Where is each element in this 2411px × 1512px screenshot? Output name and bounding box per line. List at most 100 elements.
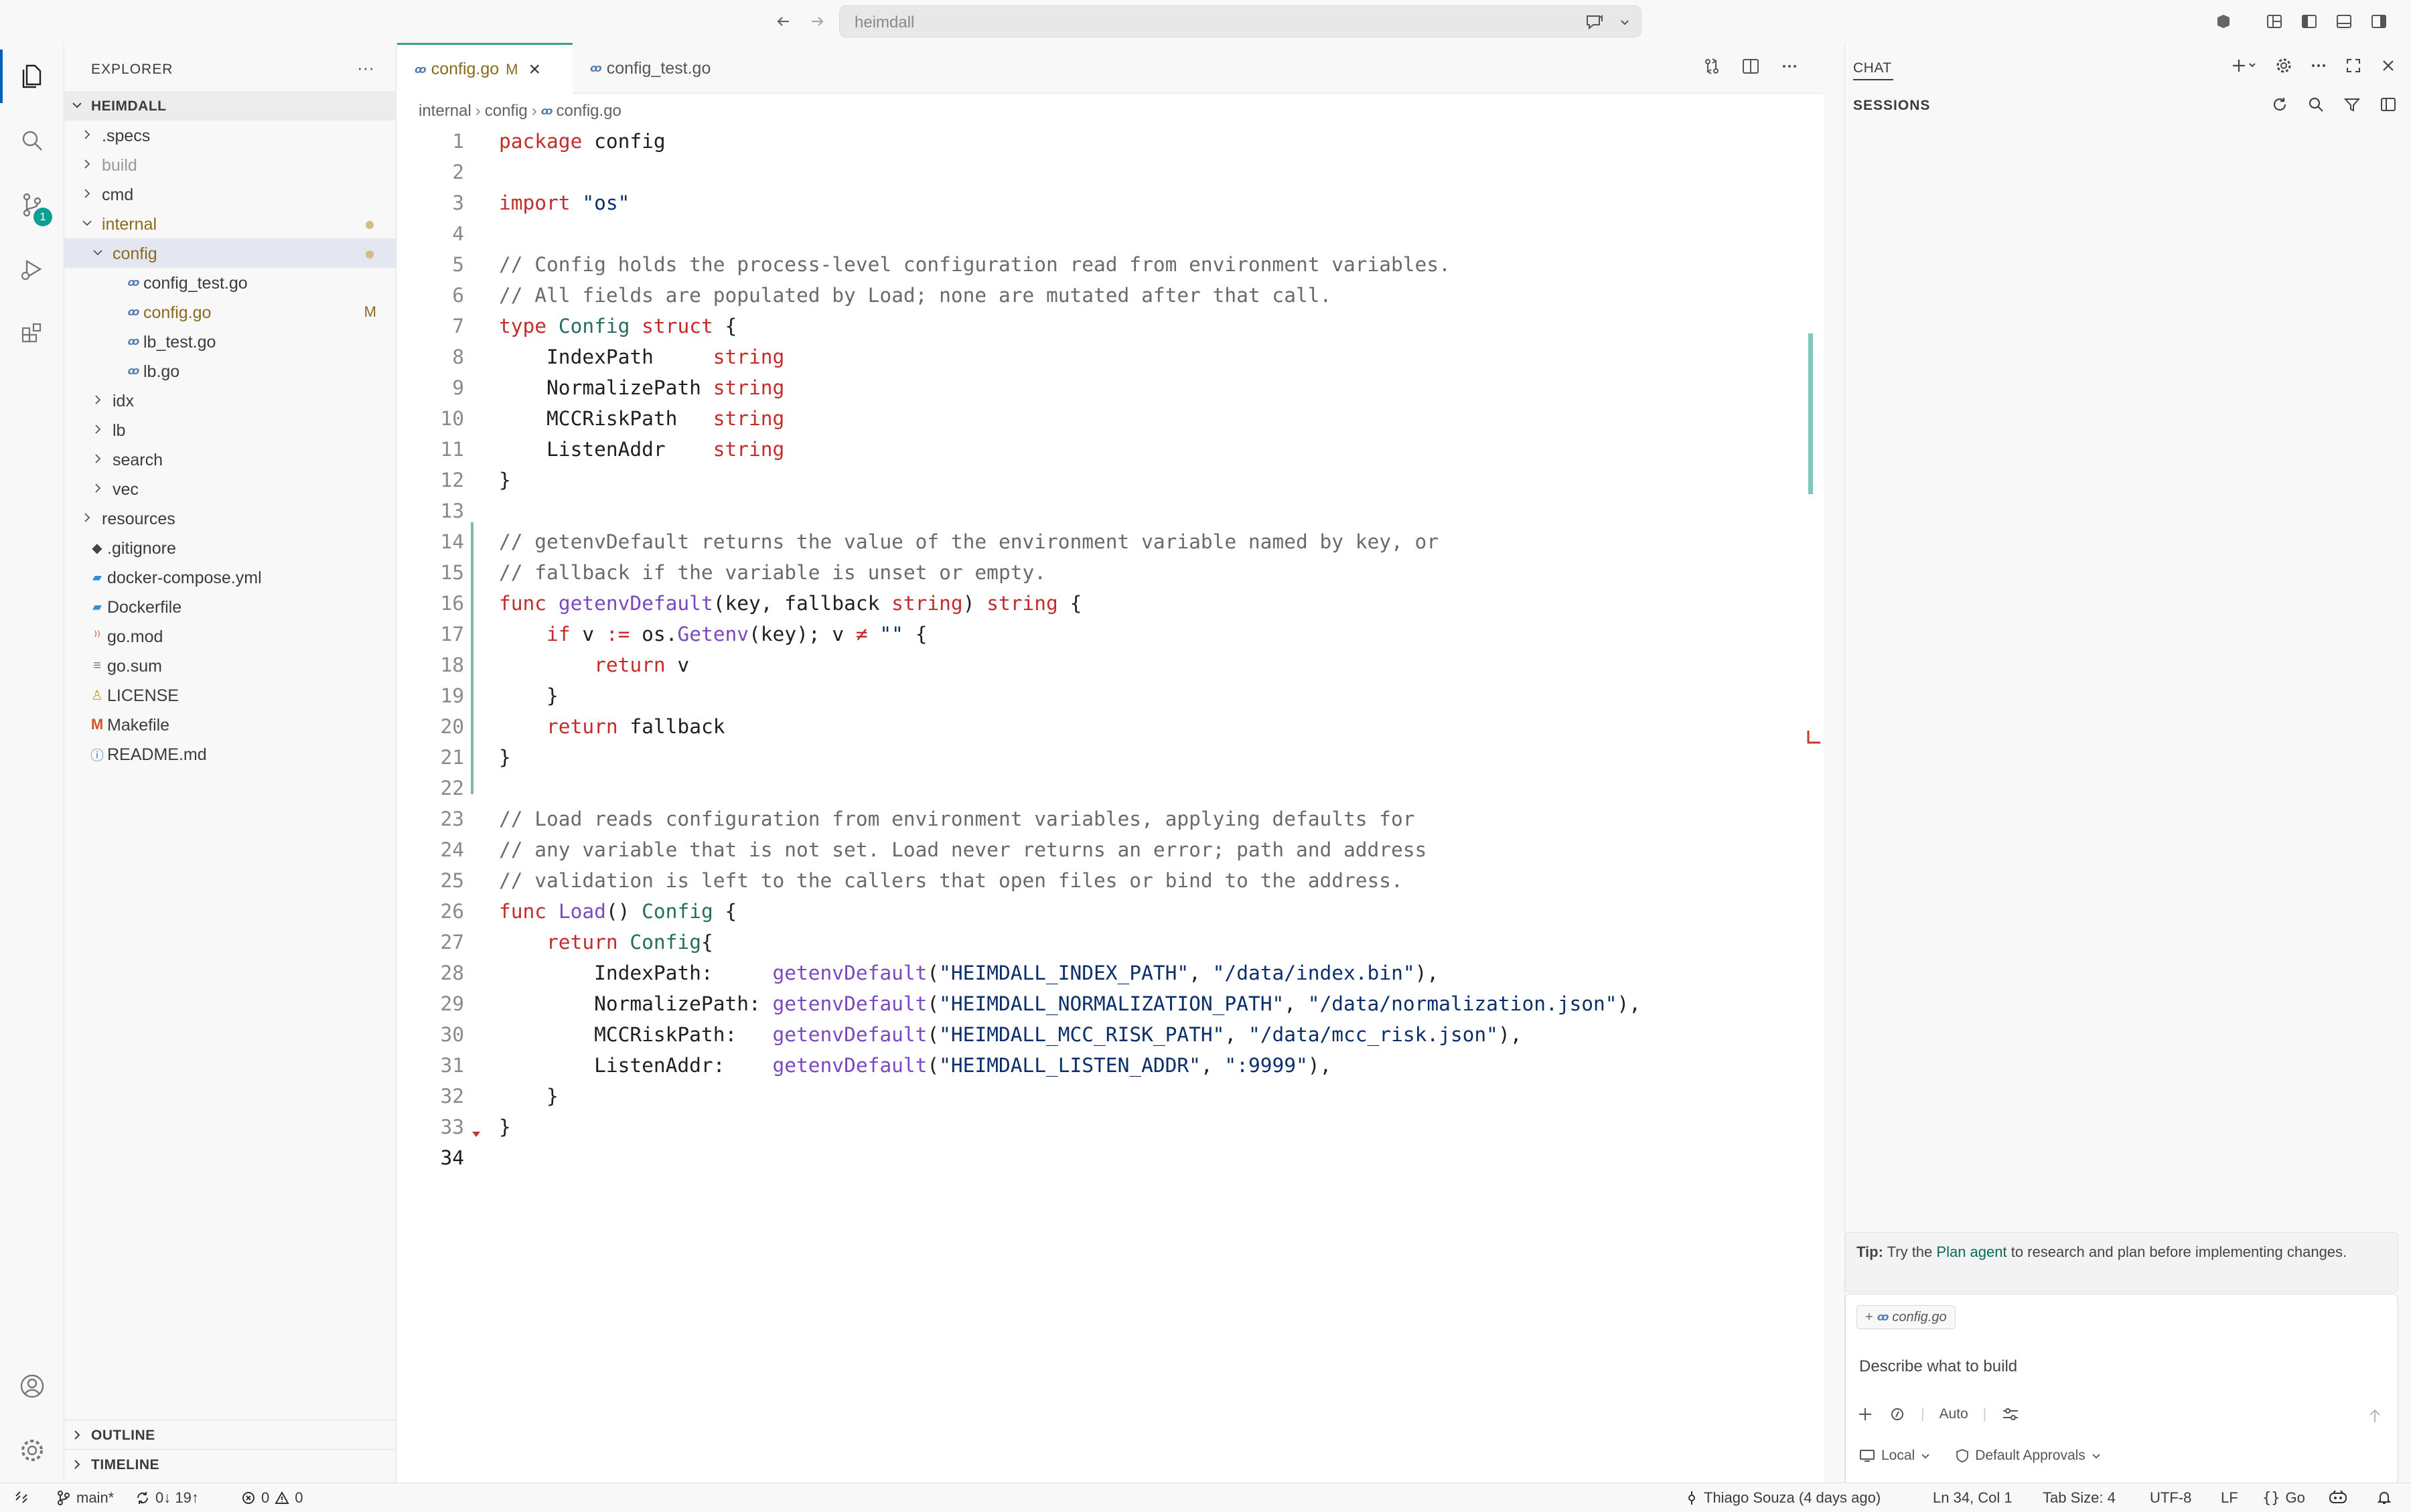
- code-line[interactable]: 8 IndexPath string: [397, 342, 1824, 372]
- code-line[interactable]: 3 import "os": [397, 187, 1824, 218]
- tree-file[interactable]: M Makefile: [64, 710, 396, 739]
- code-line[interactable]: 21}: [397, 742, 1824, 773]
- code-line[interactable]: 31 ListenAddr: getenvDefault("HEIMDALL_L…: [397, 1050, 1824, 1081]
- notifications-bell-icon[interactable]: [2376, 1489, 2392, 1505]
- new-chat-icon[interactable]: [2232, 56, 2258, 75]
- tree-folder[interactable]: vec: [64, 474, 396, 504]
- code-line[interactable]: 17 if v := os.Getenv(key); v ≠ "" {: [397, 619, 1824, 650]
- tree-file[interactable]: ▰ Dockerfile: [64, 592, 396, 621]
- source-control-icon[interactable]: 1: [0, 173, 64, 237]
- tree-folder[interactable]: build: [64, 150, 396, 179]
- tree-file[interactable]: ꝏ config.go M: [64, 297, 396, 327]
- attach-icon[interactable]: [1889, 1406, 1906, 1423]
- tab-config-go[interactable]: ꝏ config.go M ×: [397, 43, 573, 94]
- breadcrumb-item[interactable]: internal: [419, 102, 471, 121]
- close-tab-icon[interactable]: ×: [529, 58, 541, 81]
- code-line[interactable]: 9 NormalizePath string: [397, 372, 1824, 403]
- back-arrow-icon[interactable]: [770, 8, 797, 35]
- run-debug-icon[interactable]: [0, 237, 64, 301]
- sync-indicator[interactable]: 0↓ 19↑: [135, 1489, 199, 1507]
- code-line[interactable]: 11 ListenAddr string: [397, 434, 1824, 465]
- tree-file[interactable]: ꝏ lb_test.go: [64, 327, 396, 356]
- chevron-down-icon[interactable]: [1618, 15, 1631, 29]
- toggle-sidebar-icon[interactable]: [2379, 95, 2398, 114]
- filter-icon[interactable]: [2343, 95, 2361, 114]
- explorer-icon[interactable]: [0, 44, 64, 108]
- accounts-icon[interactable]: [0, 1354, 64, 1418]
- search-icon[interactable]: [0, 108, 64, 173]
- tab-config-test-go[interactable]: ꝏ config_test.go: [573, 43, 753, 94]
- tree-folder[interactable]: search: [64, 445, 396, 474]
- chat-prompt-input[interactable]: Describe what to build: [1859, 1357, 2017, 1376]
- copilot-status-icon[interactable]: [2328, 1489, 2348, 1505]
- tree-folder[interactable]: cmd: [64, 179, 396, 209]
- tree-folder[interactable]: internal: [64, 209, 396, 238]
- more-actions-icon[interactable]: ···: [357, 58, 374, 78]
- code-line[interactable]: 27 return Config{: [397, 927, 1824, 958]
- code-line[interactable]: 13: [397, 496, 1824, 526]
- code-line[interactable]: 15 // fallback if the variable is unset o…: [397, 557, 1824, 588]
- code-line[interactable]: 23 // Load reads configuration from envir…: [397, 804, 1824, 834]
- tools-icon[interactable]: [2001, 1406, 2020, 1423]
- tree-file[interactable]: ◆ .gitignore: [64, 533, 396, 562]
- mode-selector[interactable]: Auto: [1939, 1406, 1968, 1422]
- tree-file[interactable]: ⓘ README.md: [64, 739, 396, 769]
- maximize-icon[interactable]: [2344, 56, 2363, 75]
- add-context-icon[interactable]: [1856, 1406, 1874, 1423]
- tree-folder[interactable]: .specs: [64, 121, 396, 150]
- context-file-chip[interactable]: + ꝏ config.go: [1856, 1305, 1956, 1329]
- code-line[interactable]: 33}: [397, 1112, 1824, 1142]
- branch-indicator[interactable]: main*: [56, 1489, 114, 1507]
- code-line[interactable]: 24 // any variable that is not set. Load …: [397, 834, 1824, 865]
- tree-folder[interactable]: config: [64, 238, 396, 268]
- split-editor-icon[interactable]: [1741, 56, 1761, 76]
- cursor-position[interactable]: Ln 34, Col 1: [1933, 1489, 2013, 1507]
- tree-file[interactable]: ꝏ lb.go: [64, 356, 396, 386]
- code-line[interactable]: 18 return v: [397, 650, 1824, 680]
- toggle-primary-sidebar-icon[interactable]: [2296, 8, 2323, 35]
- session-target-selector[interactable]: Local: [1858, 1448, 1931, 1464]
- tree-file[interactable]: ⁾⁾ go.mod: [64, 621, 396, 651]
- code-line[interactable]: 34: [397, 1142, 1824, 1173]
- remote-indicator-icon[interactable]: [13, 1489, 29, 1505]
- code-editor[interactable]: 1 package config 2 3 import "os" 4 5// Config …: [397, 123, 1824, 1462]
- tree-folder[interactable]: idx: [64, 386, 396, 415]
- refresh-icon[interactable]: [2270, 95, 2289, 114]
- command-center-search[interactable]: heimdall: [839, 5, 1641, 37]
- plan-agent-link[interactable]: Plan agent: [1936, 1243, 2006, 1260]
- toggle-secondary-sidebar-icon[interactable]: [2365, 8, 2392, 35]
- code-line[interactable]: 5 // Config holds the process-level confi…: [397, 249, 1824, 280]
- git-blame[interactable]: Thiago Souza (4 days ago): [1685, 1489, 1881, 1507]
- code-line[interactable]: 19 }: [397, 680, 1824, 711]
- open-changes-icon[interactable]: [1702, 56, 1722, 76]
- code-line[interactable]: 26 func Load() Config {: [397, 896, 1824, 927]
- tree-file[interactable]: ꝏ config_test.go: [64, 268, 396, 297]
- code-line[interactable]: 20 return fallback: [397, 711, 1824, 742]
- tab-size[interactable]: Tab Size: 4: [2043, 1489, 2116, 1507]
- code-line[interactable]: 28 IndexPath: getenvDefault("HEIMDALL_IN…: [397, 958, 1824, 988]
- approvals-selector[interactable]: Default Approvals: [1955, 1448, 2102, 1464]
- code-line[interactable]: 22: [397, 773, 1824, 804]
- tree-folder[interactable]: resources: [64, 504, 396, 533]
- code-line[interactable]: 25 // validation is left to the callers t…: [397, 865, 1824, 896]
- tree-folder[interactable]: lb: [64, 415, 396, 445]
- encoding[interactable]: UTF-8: [2150, 1489, 2191, 1507]
- search-icon[interactable]: [2307, 95, 2325, 114]
- language-mode[interactable]: {} Go: [2262, 1489, 2305, 1507]
- code-line[interactable]: 1 package config: [397, 126, 1824, 157]
- code-line[interactable]: 29 NormalizePath: getenvDefault("HEIMDAL…: [397, 988, 1824, 1019]
- code-line[interactable]: 32 }: [397, 1081, 1824, 1112]
- chat-icon[interactable]: [1585, 13, 1605, 31]
- copilot-icon[interactable]: [2210, 8, 2237, 35]
- code-line[interactable]: 4: [397, 218, 1824, 249]
- send-icon[interactable]: [2365, 1407, 2384, 1426]
- end-of-line[interactable]: LF: [2221, 1489, 2238, 1507]
- code-line[interactable]: 6 // All fields are populated by Load; no…: [397, 280, 1824, 311]
- toggle-panel-icon[interactable]: [2331, 8, 2357, 35]
- close-icon[interactable]: [2379, 56, 2398, 75]
- code-line[interactable]: 10 MCCRiskPath string: [397, 403, 1824, 434]
- tree-file[interactable]: ▰ docker-compose.yml: [64, 562, 396, 592]
- code-line[interactable]: 2: [397, 157, 1824, 187]
- timeline-section[interactable]: TIMELINE: [64, 1449, 396, 1479]
- extensions-icon[interactable]: [0, 301, 64, 366]
